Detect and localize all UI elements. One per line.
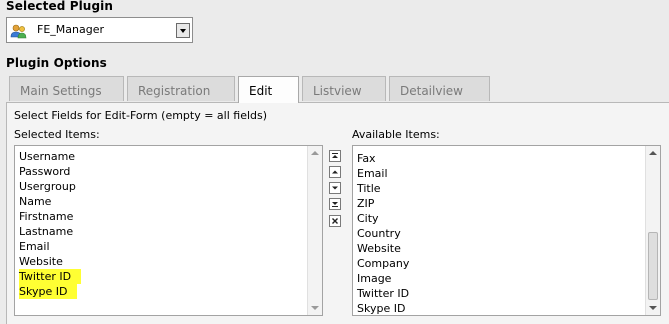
move-down-button[interactable] bbox=[329, 182, 341, 194]
move-up-button[interactable] bbox=[329, 166, 341, 178]
list-item[interactable]: Image bbox=[357, 271, 409, 286]
tab-listview[interactable]: Listview bbox=[302, 76, 386, 101]
available-list-scrollbar[interactable] bbox=[645, 146, 660, 315]
plugin-select-value: FE_Manager bbox=[37, 23, 104, 36]
list-item[interactable]: Username bbox=[19, 149, 81, 164]
tab-edit[interactable]: Edit bbox=[238, 76, 299, 103]
list-item[interactable]: Website bbox=[19, 254, 81, 269]
list-item[interactable]: Title bbox=[357, 181, 409, 196]
selected-list-scrollbar[interactable] bbox=[307, 146, 322, 315]
list-item[interactable]: Email bbox=[357, 166, 409, 181]
tab-registration[interactable]: Registration bbox=[127, 76, 235, 101]
list-item[interactable]: Skype ID bbox=[19, 284, 81, 299]
selected-items-list[interactable]: Username Password Usergroup Name Firstna… bbox=[14, 145, 323, 316]
remove-icon bbox=[332, 218, 338, 224]
move-bottom-icon bbox=[332, 202, 338, 207]
plugin-select[interactable]: FE_Manager bbox=[6, 17, 193, 43]
plugin-options-heading: Plugin Options bbox=[6, 56, 107, 70]
tab-detailview[interactable]: Detailview bbox=[389, 76, 490, 101]
list-item[interactable]: ZIP bbox=[357, 196, 409, 211]
scroll-down-icon[interactable] bbox=[311, 306, 319, 310]
list-item[interactable]: Skype ID bbox=[357, 301, 409, 315]
remove-button[interactable] bbox=[329, 215, 341, 227]
available-items-label: Available Items: bbox=[352, 128, 440, 141]
list-item[interactable]: Password bbox=[19, 164, 81, 179]
list-item[interactable]: City bbox=[357, 211, 409, 226]
list-item[interactable]: Name bbox=[19, 194, 81, 209]
selected-plugin-heading: Selected Plugin bbox=[6, 0, 113, 13]
list-item[interactable]: Lastname bbox=[19, 224, 81, 239]
list-item[interactable]: Twitter ID bbox=[19, 269, 82, 284]
list-item[interactable]: Firstname bbox=[19, 209, 81, 224]
scroll-down-icon[interactable] bbox=[649, 306, 657, 310]
list-item[interactable]: Website bbox=[357, 241, 409, 256]
list-item[interactable]: Twitter ID bbox=[357, 286, 409, 301]
move-down-icon bbox=[332, 186, 338, 190]
scroll-up-icon[interactable] bbox=[649, 151, 657, 155]
list-item[interactable]: Usergroup bbox=[19, 179, 81, 194]
available-items-list[interactable]: Fax Email Title ZIP City Country Website… bbox=[352, 145, 661, 316]
move-up-icon bbox=[332, 170, 338, 174]
move-top-icon bbox=[332, 153, 338, 158]
selected-items-label: Selected Items: bbox=[14, 128, 100, 141]
list-item[interactable]: Fax bbox=[357, 151, 409, 166]
users-icon bbox=[10, 23, 28, 39]
move-bottom-button[interactable] bbox=[329, 198, 341, 210]
field-caption: Select Fields for Edit-Form (empty = all… bbox=[14, 109, 268, 122]
move-top-button[interactable] bbox=[329, 150, 341, 162]
list-item[interactable]: Company bbox=[357, 256, 409, 271]
chevron-down-icon[interactable] bbox=[176, 23, 190, 38]
tab-main-settings[interactable]: Main Settings bbox=[9, 76, 124, 101]
scroll-up-icon[interactable] bbox=[311, 151, 319, 155]
list-item[interactable]: Email bbox=[19, 239, 81, 254]
scroll-thumb[interactable] bbox=[648, 232, 658, 300]
list-item[interactable]: Country bbox=[357, 226, 409, 241]
